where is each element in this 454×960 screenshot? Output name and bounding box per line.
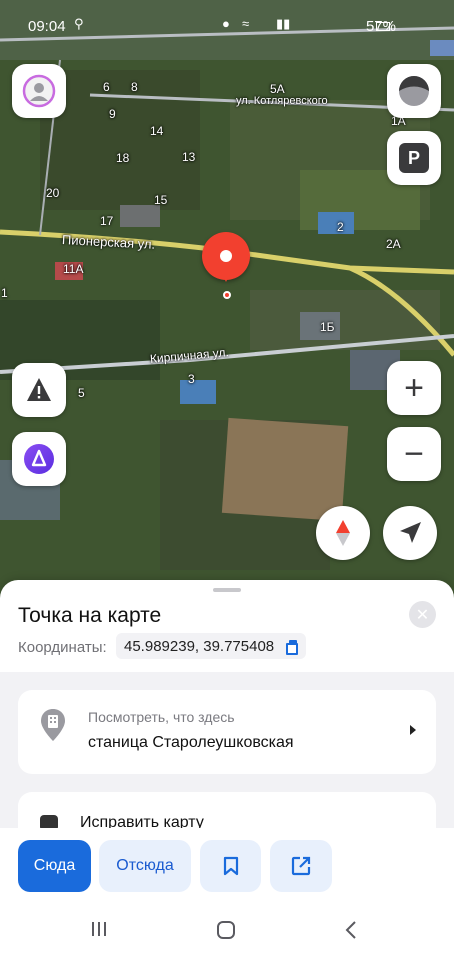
close-icon: ✕	[415, 606, 430, 624]
house-number: 17	[100, 214, 114, 228]
status-time: 09:04	[28, 18, 66, 35]
building-pin-icon	[41, 709, 65, 741]
my-location-icon	[400, 522, 421, 543]
house-number: 2А	[386, 237, 401, 251]
location-status-icon: ●	[222, 16, 230, 31]
house-number: 8	[131, 80, 138, 94]
coords-value: 45.989239, 39.775408	[124, 637, 275, 655]
system-nav-bar	[0, 900, 454, 960]
close-button[interactable]: ✕	[409, 601, 436, 628]
search-status-icon: ⚲	[74, 16, 84, 31]
compass-icon	[336, 520, 350, 546]
battery-icon	[376, 22, 390, 31]
point-info-sheet[interactable]: Точка на карте ✕ Координаты: 45.989239, …	[0, 580, 454, 960]
sheet-title: Точка на карте	[18, 604, 162, 627]
satellite-imagery	[0, 0, 454, 600]
house-number: 13	[182, 150, 196, 164]
house-number: 5А	[270, 82, 285, 96]
house-number: 1	[1, 286, 8, 300]
avatar-icon	[22, 74, 56, 108]
parking-button[interactable]: P	[387, 131, 441, 185]
road-alert-button[interactable]	[12, 363, 66, 417]
location-pin-tail	[220, 270, 232, 282]
alice-assistant-icon	[24, 444, 54, 474]
chevron-right-icon	[410, 725, 416, 735]
route-from-button[interactable]: Отсюда	[99, 840, 191, 892]
house-number: 1Б	[320, 320, 335, 334]
profile-button[interactable]	[12, 64, 66, 118]
house-number: 11А	[63, 262, 84, 276]
map-view[interactable]: Пионерская ул. Кирпичная ул. ул. Котляре…	[0, 0, 454, 600]
location-point	[223, 291, 231, 299]
copy-icon[interactable]	[286, 640, 299, 655]
plus-icon: +	[404, 369, 424, 407]
what-here-card[interactable]: Посмотреть, что здесь станица Старолеушк…	[18, 690, 436, 774]
alice-button[interactable]	[12, 432, 66, 486]
coords-value-box[interactable]: 45.989239, 39.775408	[116, 633, 307, 659]
share-button[interactable]	[270, 840, 332, 892]
action-bar: Сюда Отсюда	[0, 828, 454, 900]
bookmark-button[interactable]	[200, 840, 261, 892]
street-label-kotlyarevskogo: ул. Котляревского	[236, 95, 328, 107]
bookmark-icon	[223, 856, 238, 876]
house-number: 9	[109, 107, 116, 121]
minus-icon: −	[404, 435, 424, 473]
coords-label: Координаты:	[18, 639, 107, 656]
house-number: 18	[116, 151, 130, 165]
my-location-button[interactable]	[383, 506, 437, 560]
compass-button[interactable]	[316, 506, 370, 560]
house-number: 20	[46, 186, 60, 200]
share-icon	[291, 856, 311, 876]
house-number: 6	[103, 80, 110, 94]
zoom-in-button[interactable]: +	[387, 361, 441, 415]
zoom-out-button[interactable]: −	[387, 427, 441, 481]
route-here-button[interactable]: Сюда	[18, 840, 91, 892]
house-number: 5	[78, 386, 85, 400]
signal-icon: ▮▮	[276, 16, 291, 31]
layers-button[interactable]	[387, 64, 441, 118]
wifi-icon: ≈	[242, 16, 250, 31]
layers-icon	[399, 76, 429, 106]
house-number: 2	[337, 220, 344, 234]
recent-apps-icon[interactable]	[90, 920, 108, 938]
home-icon[interactable]	[216, 920, 236, 940]
sheet-grabber[interactable]	[213, 588, 241, 592]
what-here-title: станица Старолеушковская	[88, 734, 294, 751]
parking-icon: P	[399, 143, 429, 173]
back-icon[interactable]	[344, 920, 358, 940]
house-number: 3	[188, 372, 195, 386]
house-number: 14	[150, 124, 164, 138]
road-alert-icon	[27, 378, 51, 401]
status-bar: 09:04 ⚲ ● ≈ ▮▮ 57%	[0, 0, 454, 48]
what-here-subtitle: Посмотреть, что здесь	[88, 709, 235, 725]
house-number: 15	[154, 193, 168, 207]
